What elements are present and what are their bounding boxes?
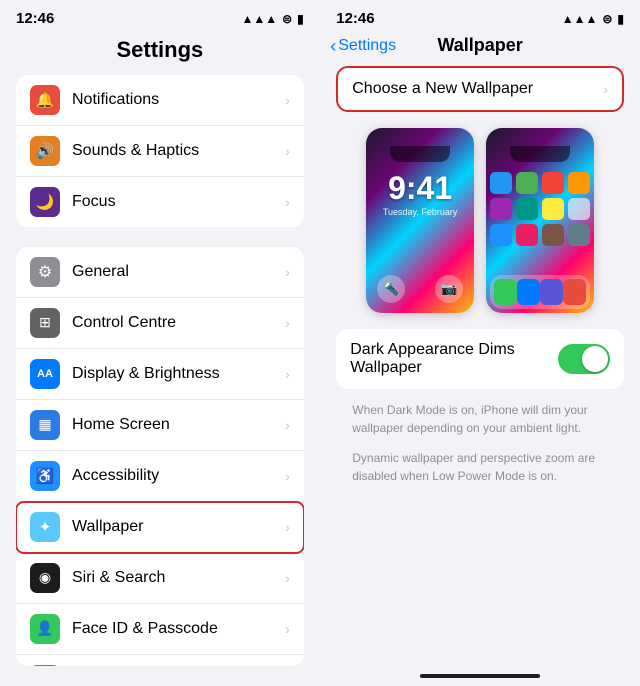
- chevron-controlcentre: ›: [285, 315, 290, 331]
- sidebar-item-controlcentre[interactable]: ⊞ Control Centre ›: [16, 298, 304, 349]
- chevron-sounds: ›: [285, 143, 290, 159]
- dark-appearance-toggle[interactable]: [558, 344, 610, 374]
- sidebar-item-faceid[interactable]: 👤 Face ID & Passcode ›: [16, 604, 304, 655]
- home-indicator: [420, 674, 540, 678]
- sounds-label: Sounds & Haptics: [72, 142, 285, 160]
- toggle-knob: [582, 346, 608, 372]
- general-icon: ⚙: [30, 257, 60, 287]
- right-header: ‹ Settings Wallpaper: [320, 31, 640, 66]
- settings-group-middle: ⚙ General › ⊞ Control Centre › AA Displa…: [16, 247, 304, 666]
- chevron-siri: ›: [285, 570, 290, 586]
- chevron-faceid: ›: [285, 621, 290, 637]
- choose-wallpaper-card[interactable]: Choose a New Wallpaper ›: [336, 66, 624, 112]
- home-screen-overlay: [486, 128, 594, 313]
- sidebar-item-emergencysos[interactable]: SOS Emergency SOS ›: [16, 655, 304, 666]
- right-content: Choose a New Wallpaper › 9:41 Tuesday, F…: [320, 66, 640, 666]
- faceid-label: Face ID & Passcode: [72, 620, 285, 638]
- chevron-accessibility: ›: [285, 468, 290, 484]
- chevron-homescreen: ›: [285, 417, 290, 433]
- display-label: Display & Brightness: [72, 365, 285, 383]
- controlcentre-label: Control Centre: [72, 314, 285, 332]
- sidebar-item-wallpaper[interactable]: ✦ Wallpaper ›: [16, 502, 304, 553]
- settings-title: Settings: [0, 31, 320, 75]
- wifi-icon: ⊜: [282, 12, 292, 26]
- notifications-label: Notifications: [72, 91, 285, 109]
- homescreen-icon: ▦: [30, 410, 60, 440]
- wallpaper-icon: ✦: [30, 512, 60, 542]
- homescreen-label: Home Screen: [72, 416, 285, 434]
- lock-notch: [390, 146, 450, 162]
- sidebar-item-notifications[interactable]: 🔔 Notifications ›: [16, 75, 304, 126]
- lock-date: Tuesday, February: [366, 207, 474, 217]
- status-bar-right: 12:46 ▲▲▲ ⊜ ▮: [320, 0, 640, 31]
- back-button[interactable]: ‹ Settings: [330, 37, 396, 55]
- wallpaper-page-title: Wallpaper: [437, 35, 522, 56]
- chevron-wallpaper: ›: [285, 519, 290, 535]
- emergencysos-icon: SOS: [30, 665, 60, 666]
- choose-wallpaper-label: Choose a New Wallpaper: [352, 80, 603, 98]
- accessibility-label: Accessibility: [72, 467, 285, 485]
- wallpaper-previews: 9:41 Tuesday, February 🔦 📷: [336, 128, 624, 329]
- lock-screen-overlay: 9:41 Tuesday, February 🔦 📷: [366, 128, 474, 313]
- status-icons-right: ▲▲▲ ⊜ ▮: [562, 12, 624, 26]
- status-bar-left: 12:46 ▲▲▲ ⊜ ▮: [0, 0, 320, 31]
- sidebar-item-homescreen[interactable]: ▦ Home Screen ›: [16, 400, 304, 451]
- signal-icon: ▲▲▲: [241, 12, 277, 26]
- sidebar-item-display[interactable]: AA Display & Brightness ›: [16, 349, 304, 400]
- siri-label: Siri & Search: [72, 569, 285, 587]
- desc2: Dynamic wallpaper and perspective zoom a…: [336, 445, 624, 493]
- accessibility-icon: ♿: [30, 461, 60, 491]
- chevron-focus: ›: [285, 194, 290, 210]
- time-left: 12:46: [16, 10, 54, 27]
- left-panel: 12:46 ▲▲▲ ⊜ ▮ Settings 🔔 Notifications ›…: [0, 0, 320, 686]
- dark-appearance-label: Dark Appearance Dims Wallpaper: [350, 341, 558, 377]
- desc1: When Dark Mode is on, iPhone will dim yo…: [336, 397, 624, 445]
- display-icon: AA: [30, 359, 60, 389]
- settings-group-top: 🔔 Notifications › 🔊 Sounds & Haptics › 🌙…: [16, 75, 304, 227]
- lock-screen-preview: 9:41 Tuesday, February 🔦 📷: [366, 128, 474, 313]
- chevron-notifications: ›: [285, 92, 290, 108]
- back-label: Settings: [338, 37, 396, 55]
- dark-appearance-item: Dark Appearance Dims Wallpaper: [336, 329, 624, 389]
- wifi-icon-right: ⊜: [602, 12, 612, 26]
- notifications-icon: 🔔: [30, 85, 60, 115]
- sidebar-item-siri[interactable]: ◉ Siri & Search ›: [16, 553, 304, 604]
- faceid-icon: 👤: [30, 614, 60, 644]
- wallpaper-label: Wallpaper: [72, 518, 285, 536]
- focus-icon: 🌙: [30, 187, 60, 217]
- home-notch: [510, 146, 570, 162]
- status-icons-left: ▲▲▲ ⊜ ▮: [241, 12, 303, 26]
- back-chevron-icon: ‹: [330, 37, 336, 55]
- chevron-display: ›: [285, 366, 290, 382]
- time-right: 12:46: [336, 10, 374, 27]
- controlcentre-icon: ⊞: [30, 308, 60, 338]
- chevron-choose-wallpaper: ›: [603, 81, 608, 97]
- dark-appearance-card: Dark Appearance Dims Wallpaper: [336, 329, 624, 389]
- battery-icon-right: ▮: [617, 12, 624, 26]
- siri-icon: ◉: [30, 563, 60, 593]
- sidebar-item-accessibility[interactable]: ♿ Accessibility ›: [16, 451, 304, 502]
- right-panel: 12:46 ▲▲▲ ⊜ ▮ ‹ Settings Wallpaper Choos…: [320, 0, 640, 686]
- chevron-general: ›: [285, 264, 290, 280]
- sidebar-item-focus[interactable]: 🌙 Focus ›: [16, 177, 304, 227]
- lock-time: 9:41: [366, 170, 474, 207]
- general-label: General: [72, 263, 285, 281]
- focus-label: Focus: [72, 193, 285, 211]
- sounds-icon: 🔊: [30, 136, 60, 166]
- battery-icon-left: ▮: [297, 12, 304, 26]
- signal-icon-right: ▲▲▲: [562, 12, 598, 26]
- sidebar-item-sounds[interactable]: 🔊 Sounds & Haptics ›: [16, 126, 304, 177]
- home-screen-preview: [486, 128, 594, 313]
- sidebar-item-general[interactable]: ⚙ General ›: [16, 247, 304, 298]
